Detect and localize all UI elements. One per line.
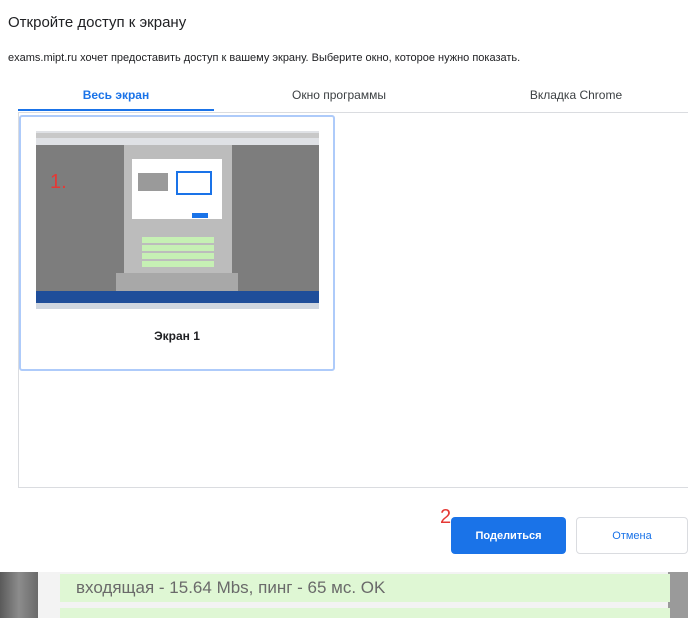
dialog-actions: 2. Поделиться Отмена [0, 500, 688, 560]
tab-application-window[interactable]: Окно программы [214, 84, 464, 111]
share-button[interactable]: Поделиться [451, 517, 566, 554]
thumb-button [192, 213, 208, 218]
background-status-text: входящая - 15.64 Mbs, пинг - 65 мс. OK [76, 578, 386, 597]
annotation-1: 1. [50, 171, 67, 193]
share-screen-dialog: Откройте доступ к экрану exams.mipt.ru х… [0, 0, 688, 572]
background-left-strip [0, 572, 38, 618]
tab-chrome-tab[interactable]: Вкладка Chrome [464, 84, 688, 111]
thumb-option-a [138, 173, 168, 191]
thumb-green-row [142, 261, 214, 267]
dialog-title: Откройте доступ к экрану [8, 14, 187, 31]
background-page: входящая - 15.64 Mbs, пинг - 65 мс. OK [0, 572, 688, 618]
background-status-row: входящая - 15.64 Mbs, пинг - 65 мс. OK [60, 574, 670, 602]
screen-name: Экран 1 [154, 329, 200, 343]
thumb-panel [116, 273, 238, 291]
thumb-green-row [142, 237, 214, 243]
source-tabs: Весь экран Окно программы Вкладка Chrome [18, 84, 688, 113]
cancel-button[interactable]: Отмена [576, 517, 688, 554]
screen-option-1[interactable]: 1. Экран 1 [19, 115, 335, 371]
screen-thumbnail: 1. [36, 131, 319, 309]
thumb-green-row [142, 245, 214, 251]
thumb-option-b [176, 171, 212, 195]
background-status-row [60, 608, 670, 618]
dialog-subtitle: exams.mipt.ru хочет предоставить доступ … [8, 52, 521, 64]
tab-entire-screen[interactable]: Весь экран [18, 84, 214, 111]
screen-list: 1. Экран 1 [18, 113, 688, 488]
thumb-taskbar-strip [36, 303, 319, 309]
thumb-taskbar [36, 291, 319, 303]
thumb-tab-strip [36, 133, 319, 138]
thumb-green-row [142, 253, 214, 259]
